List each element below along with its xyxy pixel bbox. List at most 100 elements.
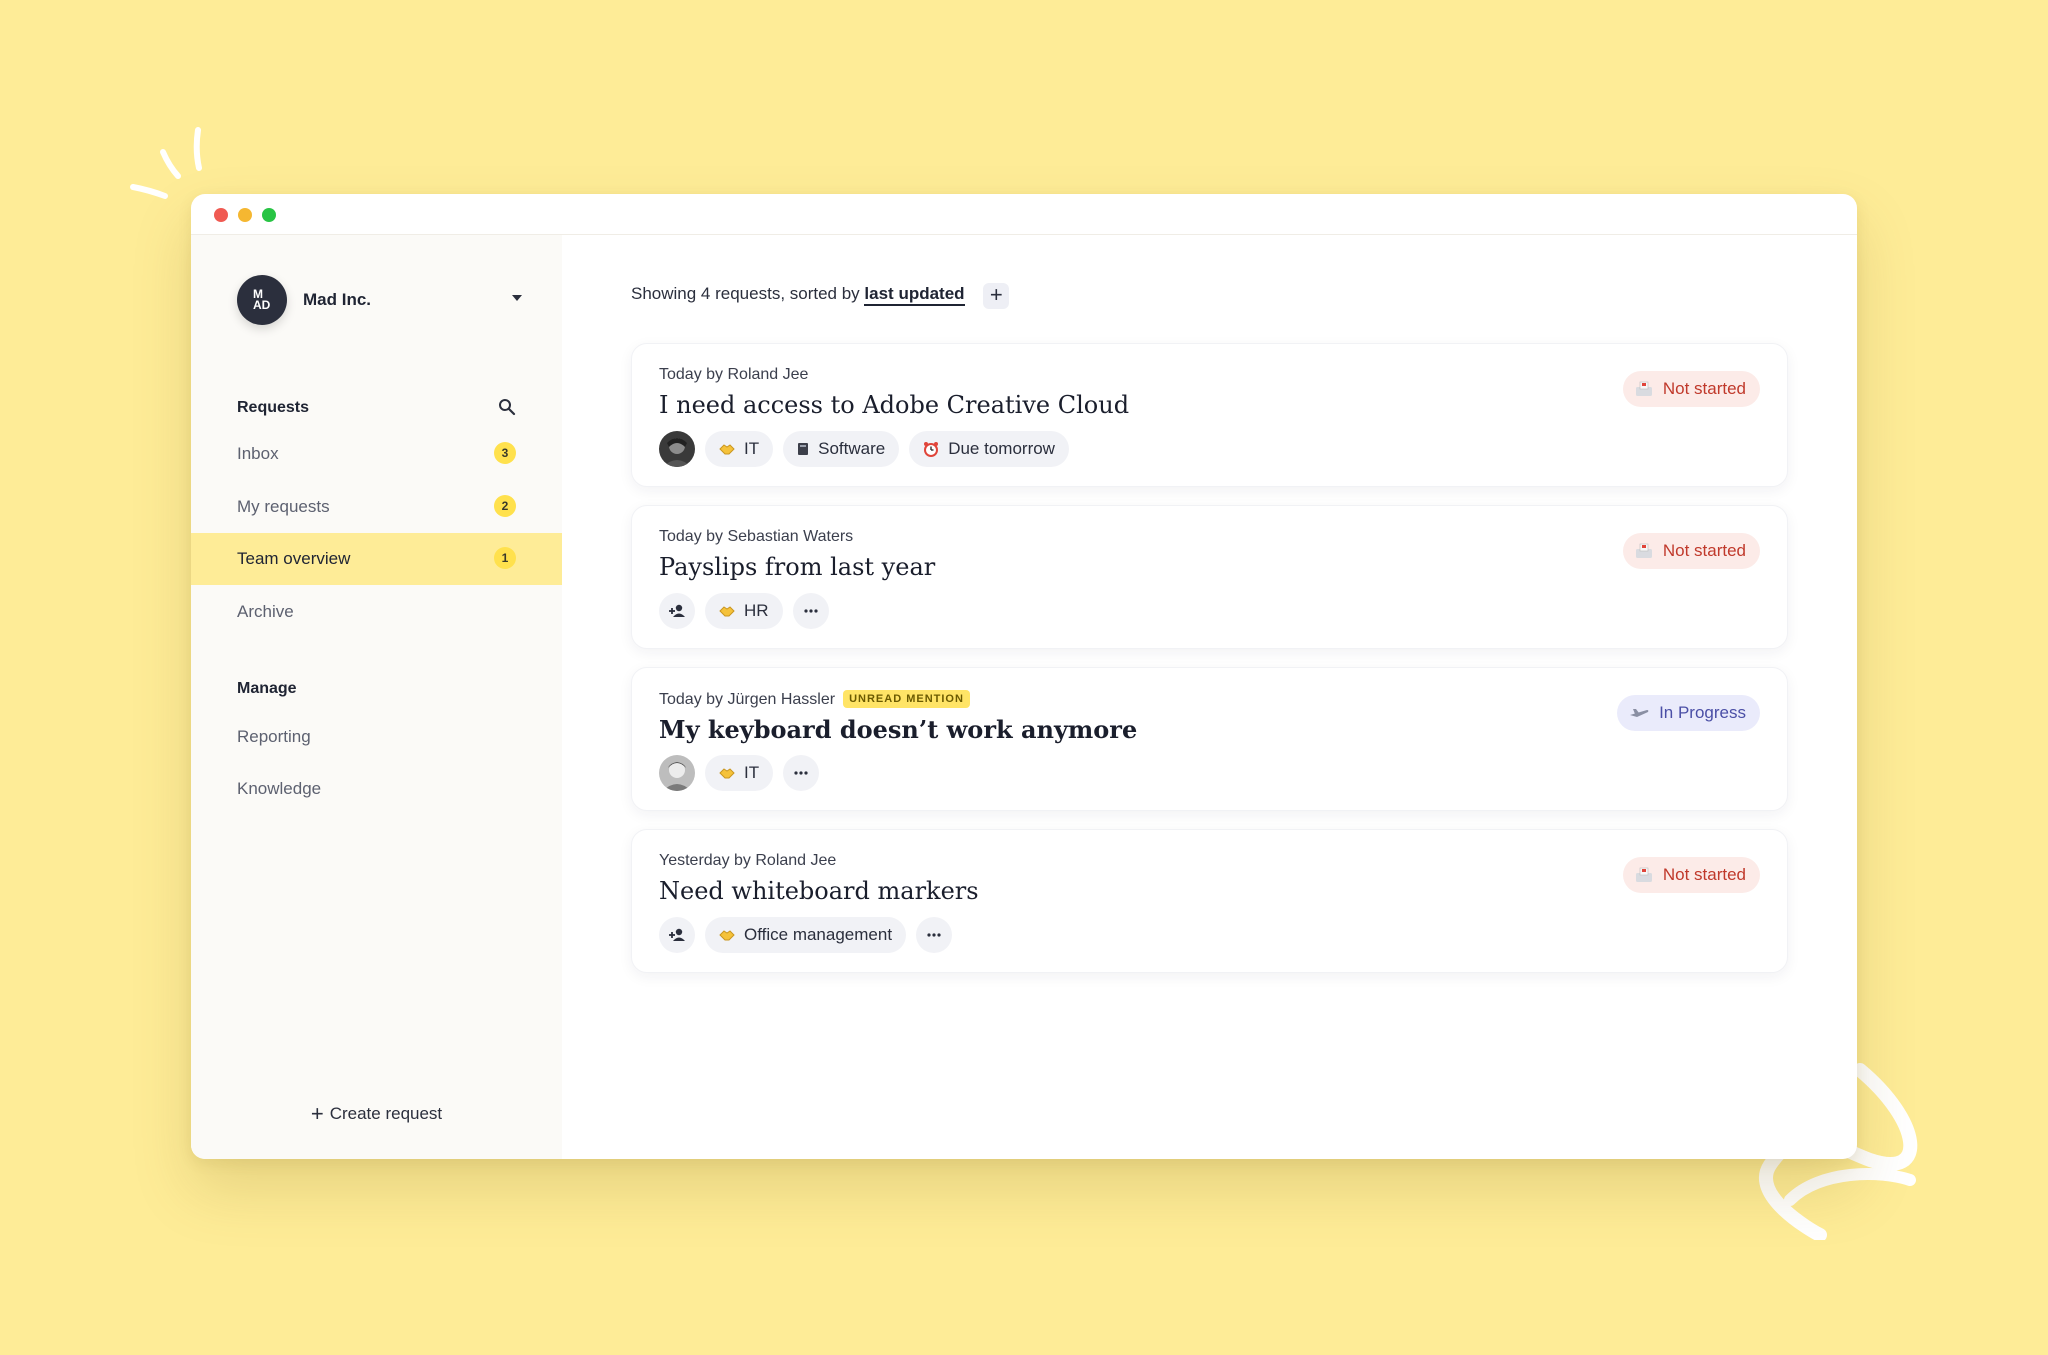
tag-label: HR bbox=[744, 601, 769, 620]
status-label: Not started bbox=[1662, 541, 1746, 560]
close-window-button[interactable] bbox=[214, 208, 228, 222]
airplane-icon bbox=[1629, 707, 1649, 719]
more-options-button[interactable] bbox=[916, 917, 953, 953]
handshake-icon bbox=[719, 605, 735, 617]
handshake-icon bbox=[719, 767, 735, 779]
tag-label: IT bbox=[744, 763, 760, 782]
tag-label: Due tomorrow bbox=[948, 439, 1055, 458]
sidebar-item-team-overview[interactable]: Team overview 1 bbox=[191, 533, 562, 585]
tag-label: Office management bbox=[744, 925, 893, 944]
tag-list: Office management bbox=[659, 917, 953, 953]
sort-link[interactable]: last updated bbox=[864, 284, 965, 306]
more-options-button[interactable] bbox=[792, 593, 829, 629]
handshake-icon bbox=[719, 929, 735, 941]
request-title: Payslips from last year bbox=[659, 553, 936, 581]
inbox-tray-icon bbox=[1635, 543, 1653, 559]
request-card[interactable]: Yesterday by Roland Jee Need whiteboard … bbox=[631, 829, 1788, 973]
sidebar-item-label: Archive bbox=[237, 602, 294, 621]
add-person-icon bbox=[669, 604, 685, 617]
org-logo: M AD bbox=[237, 275, 287, 325]
category-tag[interactable]: HR bbox=[705, 593, 783, 629]
sidebar-item-archive[interactable]: Archive bbox=[191, 586, 562, 638]
inbox-tray-icon bbox=[1635, 381, 1653, 397]
request-card[interactable]: Today by Jürgen Hassler UNREAD MENTION My… bbox=[631, 667, 1788, 811]
request-meta-text: Today by Jürgen Hassler bbox=[659, 691, 836, 708]
sidebar-item-label: Reporting bbox=[237, 727, 311, 746]
requests-section-title: Requests bbox=[237, 399, 310, 416]
manage-section-title: Manage bbox=[237, 680, 297, 697]
handshake-icon bbox=[719, 443, 735, 455]
org-name: Mad Inc. bbox=[303, 290, 372, 309]
tag-label: IT bbox=[744, 439, 760, 458]
tag-list: IT bbox=[659, 755, 820, 791]
main-content: Showing 4 requests, sorted by last updat… bbox=[562, 235, 1857, 1159]
tag-label: Software bbox=[818, 439, 886, 458]
status-label: In Progress bbox=[1659, 703, 1746, 722]
sidebar-item-my-requests[interactable]: My requests 2 bbox=[191, 481, 562, 533]
category-tag[interactable]: IT bbox=[705, 755, 774, 791]
status-badge[interactable]: Not started bbox=[1622, 857, 1760, 893]
ellipsis-icon bbox=[927, 933, 941, 937]
maximize-window-button[interactable] bbox=[262, 208, 276, 222]
tag-list: IT Software Due tomorrow bbox=[659, 431, 1069, 467]
tag-list: HR bbox=[659, 593, 829, 629]
sidebar-item-label: Team overview bbox=[237, 549, 351, 568]
inbox-tray-icon bbox=[1635, 867, 1653, 883]
title-bar bbox=[191, 194, 1857, 235]
sidebar-item-label: Knowledge bbox=[237, 779, 322, 798]
request-meta: Today by Sebastian Waters bbox=[659, 528, 854, 545]
sidebar-item-inbox[interactable]: Inbox 3 bbox=[191, 428, 562, 480]
request-meta: Today by Jürgen Hassler UNREAD MENTION bbox=[659, 690, 970, 709]
assign-person-button[interactable] bbox=[659, 917, 695, 953]
org-switcher[interactable]: M AD Mad Inc. bbox=[237, 275, 522, 325]
more-options-button[interactable] bbox=[783, 755, 820, 791]
category-tag[interactable]: Software bbox=[783, 431, 900, 467]
request-title: I need access to Adobe Creative Cloud bbox=[659, 391, 1130, 419]
plus-icon: + bbox=[310, 1101, 324, 1126]
search-icon[interactable] bbox=[498, 398, 516, 416]
status-badge[interactable]: Not started bbox=[1622, 533, 1760, 569]
request-title: My keyboard doesn’t work anymore bbox=[659, 715, 1138, 744]
request-card[interactable]: Today by Roland Jee I need access to Ado… bbox=[631, 343, 1788, 487]
category-tag[interactable]: Office management bbox=[705, 917, 907, 953]
ellipsis-icon bbox=[794, 771, 808, 775]
unread-mention-badge: UNREAD MENTION bbox=[843, 690, 970, 708]
summary-text: Showing 4 requests, sorted by bbox=[631, 284, 860, 303]
sidebar-item-knowledge[interactable]: Knowledge bbox=[191, 763, 562, 815]
count-badge: 1 bbox=[494, 547, 516, 569]
request-meta: Today by Roland Jee bbox=[659, 366, 809, 383]
status-badge[interactable]: In Progress bbox=[1617, 695, 1760, 731]
app-window: M AD Mad Inc. Requests Inbox 3 My reques… bbox=[191, 194, 1857, 1159]
ellipsis-icon bbox=[803, 609, 818, 613]
assignee-avatar[interactable] bbox=[659, 431, 695, 467]
due-date-tag[interactable]: Due tomorrow bbox=[909, 431, 1069, 467]
chevron-down-icon bbox=[512, 295, 522, 301]
add-person-icon bbox=[669, 928, 685, 941]
avatar-photo bbox=[659, 755, 695, 791]
count-badge: 3 bbox=[494, 442, 516, 464]
sidebar-item-label: Inbox bbox=[237, 444, 279, 463]
category-tag[interactable]: IT bbox=[705, 431, 774, 467]
book-icon bbox=[797, 442, 809, 456]
request-card[interactable]: Today by Sebastian Waters Payslips from … bbox=[631, 505, 1788, 649]
svg-text:AD: AD bbox=[253, 298, 271, 312]
status-label: Not started bbox=[1662, 865, 1746, 884]
alarm-clock-icon bbox=[923, 441, 939, 457]
assign-person-button[interactable] bbox=[659, 593, 695, 629]
sidebar: M AD Mad Inc. Requests Inbox 3 My reques… bbox=[191, 235, 562, 1159]
request-meta: Yesterday by Roland Jee bbox=[659, 852, 837, 869]
assignee-avatar[interactable] bbox=[659, 755, 695, 791]
request-title: Need whiteboard markers bbox=[659, 877, 979, 905]
create-request-button[interactable]: + Create request bbox=[191, 1101, 562, 1127]
request-summary: Showing 4 requests, sorted by last updat… bbox=[631, 283, 1010, 309]
minimize-window-button[interactable] bbox=[238, 208, 252, 222]
add-filter-button[interactable]: + bbox=[983, 283, 1010, 309]
create-request-label: Create request bbox=[329, 1104, 443, 1123]
avatar-photo bbox=[659, 431, 695, 467]
mad-logo-icon: M AD bbox=[253, 287, 271, 312]
count-badge: 2 bbox=[494, 495, 516, 517]
status-badge[interactable]: Not started bbox=[1622, 371, 1760, 407]
sidebar-item-reporting[interactable]: Reporting bbox=[191, 711, 562, 763]
sidebar-item-label: My requests bbox=[237, 497, 330, 516]
status-label: Not started bbox=[1662, 379, 1746, 398]
